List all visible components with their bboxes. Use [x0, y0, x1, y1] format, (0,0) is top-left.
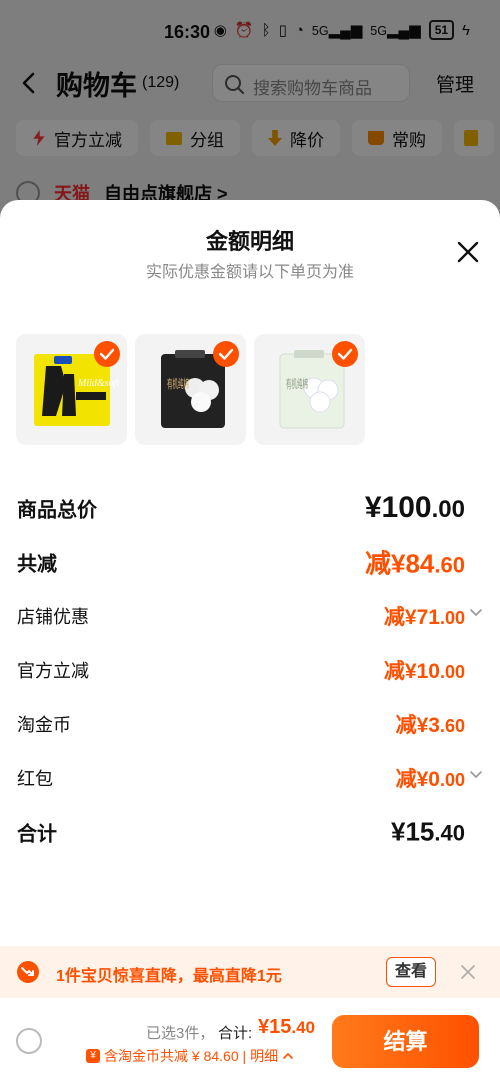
- official-discount-value: 减¥10.00: [383, 660, 465, 683]
- product-thumbnail[interactable]: Mild&soft: [16, 334, 127, 445]
- product-logo-text: Mild&soft: [77, 378, 119, 389]
- total-value: ¥15.40: [391, 816, 465, 847]
- chevron-up-icon[interactable]: [282, 1051, 294, 1061]
- row-total-discount: 共减 减¥84.60: [17, 542, 483, 582]
- view-button[interactable]: 查看: [386, 957, 436, 987]
- footer-total-value: ¥15.40: [258, 1016, 316, 1038]
- checkout-button[interactable]: 结算: [332, 1015, 479, 1068]
- coin-discount-line[interactable]: ¥ 含淘金币共减 ¥ 84.60 | 明细: [86, 1046, 294, 1066]
- row-label: 红包: [17, 769, 53, 789]
- check-icon[interactable]: [331, 340, 359, 368]
- chevron-down-icon[interactable]: [469, 606, 483, 620]
- product-thumbnail[interactable]: 有机纯棉: [254, 334, 365, 445]
- product-thumbnail[interactable]: 有机纯棉: [135, 334, 246, 445]
- row-shop-discount[interactable]: 店铺优惠 减¥71.00: [17, 596, 483, 636]
- selected-count: 已选3件，: [146, 1025, 215, 1042]
- row-official-discount: 官方立减 减¥10.00: [17, 650, 483, 690]
- select-all-radio[interactable]: [16, 1028, 42, 1054]
- product-thumbnails: Mild&soft 有机纯棉 有机纯棉: [16, 334, 365, 445]
- chevron-down-icon[interactable]: [469, 768, 483, 782]
- row-total: 合计 ¥15.40: [17, 812, 483, 852]
- row-label: 商品总价: [17, 499, 97, 522]
- coin-icon: ¥: [86, 1049, 100, 1063]
- close-icon[interactable]: [460, 964, 476, 980]
- shop-discount-value: 减¥71.00: [383, 606, 465, 629]
- product-logo-text: 有机纯棉: [167, 377, 189, 391]
- total-discount-value: 减¥84.60: [365, 548, 465, 579]
- coins-value: 减¥3.60: [395, 714, 465, 737]
- footer-total-label: 合计:: [218, 1025, 253, 1042]
- sheet-subtitle: 实际优惠金额请以下单页为准: [145, 264, 354, 281]
- red-packet-value: 减¥0.00: [395, 768, 465, 791]
- row-label: 官方立减: [17, 661, 89, 681]
- subtotal-value: ¥100.00: [364, 491, 465, 524]
- sheet-title: 金额明细: [205, 229, 294, 254]
- promo-bar: 1件宝贝惊喜直降，最高直降1元 查看: [0, 946, 500, 998]
- row-subtotal: 商品总价 ¥100.00: [17, 488, 483, 528]
- price-drop-icon: [17, 961, 39, 983]
- row-coins: 淘金币 减¥3.60: [17, 704, 483, 744]
- detail-toggle[interactable]: 明细: [250, 1046, 278, 1066]
- row-label: 合计: [17, 823, 57, 846]
- product-logo-text: 有机纯棉: [286, 377, 308, 391]
- coin-discount-text: 含淘金币共减 ¥ 84.60 |: [104, 1048, 247, 1064]
- check-icon[interactable]: [93, 340, 121, 368]
- close-icon[interactable]: [456, 240, 480, 264]
- checkout-footer: 已选3件， 合计: ¥15.40 ¥ 含淘金币共减 ¥ 84.60 | 明细 结…: [0, 998, 500, 1085]
- price-detail-sheet: 金额明细 实际优惠金额请以下单页为准 Mild&soft 有机纯棉 有机纯棉 商…: [0, 200, 500, 1085]
- row-label: 淘金币: [17, 715, 71, 735]
- row-label: 店铺优惠: [17, 607, 89, 627]
- promo-text: 1件宝贝惊喜直降，最高直降1元: [56, 968, 282, 985]
- row-red-packet[interactable]: 红包 减¥0.00: [17, 758, 483, 798]
- check-icon[interactable]: [212, 340, 240, 368]
- row-label: 共减: [17, 553, 57, 576]
